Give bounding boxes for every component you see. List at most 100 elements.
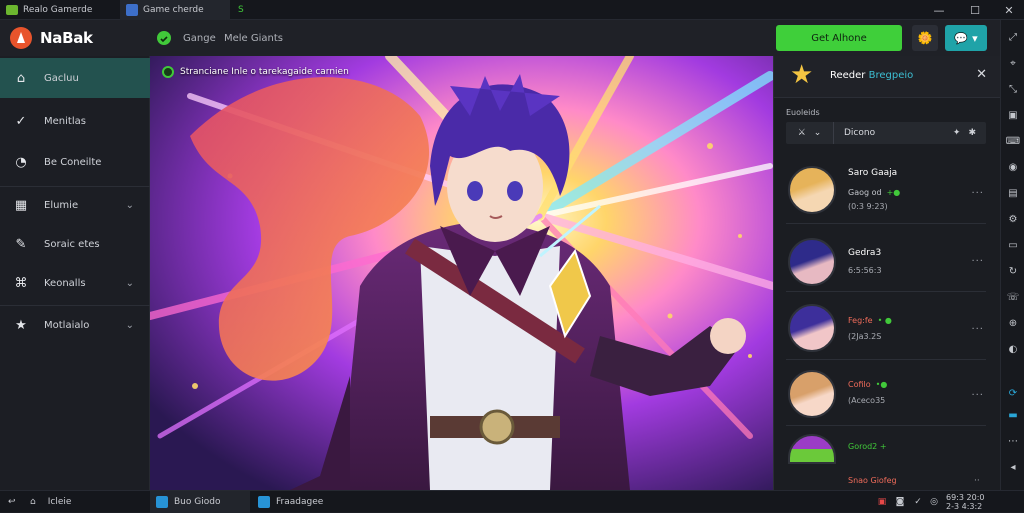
maximize-icon: ☐ [970, 3, 980, 17]
sidebar-item-home[interactable]: ⌂ Gacluu [0, 58, 150, 98]
back-button[interactable]: ↩ [2, 491, 22, 513]
minimize-icon: — [933, 3, 945, 17]
chat-icon: ✓ [15, 113, 27, 129]
close-panel-icon[interactable]: ✕ [976, 67, 987, 82]
expand-icon[interactable]: ⤢ [1006, 30, 1020, 44]
back-icon[interactable]: ◂ [1006, 460, 1020, 474]
anime-hero-illustration [150, 56, 773, 490]
filter-dropdown[interactable]: ⚔ ⌄ [786, 122, 834, 144]
layers-icon[interactable]: ▤ [1006, 186, 1020, 200]
more-options-icon[interactable]: ·· [974, 476, 980, 486]
panel-filter-bar: ⚔ ⌄ Dicono ✦ ✱ [786, 122, 986, 144]
user-status: Gaog od +● [848, 188, 900, 197]
featured-artwork[interactable]: Stranciane Inle o tarekagaide carnien [150, 56, 773, 490]
minimize-button[interactable]: — [924, 0, 954, 20]
gamepad-icon[interactable]: ⊕ [1006, 316, 1020, 330]
get-app-button[interactable]: Get Alhone [776, 25, 902, 51]
more-options-icon[interactable]: ··· [971, 256, 984, 267]
close-icon: ✕ [1004, 3, 1014, 17]
resize-icon[interactable]: ⤡ [1006, 82, 1020, 96]
sidebar-item-explore[interactable]: ◔ Be Coneilte [0, 142, 150, 182]
user-status-text: Gaog od [848, 188, 882, 197]
list-item[interactable]: Saro Gaaja Gaog od +● (0:3 9:23) ··· [786, 160, 986, 224]
sidebar-item-favorites[interactable]: ★ Motlaialo ⌄ [0, 305, 150, 345]
list-item[interactable]: Cofilo •● (Aceco35 ··· [786, 362, 986, 426]
network-icon[interactable]: ◎ [928, 496, 940, 508]
more-options-icon[interactable]: ··· [971, 324, 984, 335]
sidebar-item-library[interactable]: ▦ Elumie ⌄ [0, 185, 150, 225]
app-logo-icon [6, 5, 18, 15]
taskbar-item-1[interactable]: Buo Giodo [150, 491, 250, 513]
sidebar-item-characters[interactable]: ✎ Soraic etes [0, 224, 150, 264]
settings-icon[interactable]: ⚙ [1006, 212, 1020, 226]
user-status: Feg:fe • ● [848, 316, 892, 325]
list-item[interactable]: Gorod2 + [786, 430, 986, 470]
sidebar-item-messages[interactable]: ✓ Menitlas [0, 101, 150, 141]
tab-game[interactable]: Game cherde [120, 0, 230, 20]
sidebar-item-label: Soraic etes [44, 238, 100, 250]
nav-link-gange[interactable]: Gange [183, 33, 216, 44]
back-arrow-icon: ↩ [8, 497, 16, 507]
more-options-icon[interactable]: ··· [971, 188, 984, 199]
flower-button[interactable]: 🌼 [912, 25, 938, 51]
chevron-down-icon: ⌄ [125, 199, 134, 211]
live-status-icon [162, 66, 174, 78]
alert-icon[interactable]: ▣ [876, 496, 888, 508]
sidebar: ⌂ Gacluu ✓ Menitlas ◔ Be Coneilte ▦ Elum… [0, 56, 150, 490]
chevron-down-icon: ⌄ [125, 277, 134, 289]
new-tab-button[interactable]: S [232, 0, 256, 20]
filter-input[interactable]: Dicono [834, 128, 953, 138]
new-tab-icon: S [238, 5, 244, 15]
user-status-text: Feg:fe [848, 316, 873, 325]
list-item[interactable]: Gedra3 6:5:56:3 ··· [786, 228, 986, 292]
home-button[interactable]: ⌂ Icleie [24, 491, 77, 513]
chevron-down-icon: ⌄ [125, 319, 134, 331]
star-icon: ★ [15, 317, 27, 333]
clock: 69:3 20:0 2-3 4:3:2 [946, 493, 984, 511]
app-window-icon [258, 496, 270, 508]
app-title-tab[interactable]: Realo Gamerde [0, 0, 118, 20]
screenshot-icon[interactable]: ◙ [894, 496, 906, 508]
leaderboard-panel: ★ Reeder Bregpeio ✕ Euoleids ⚔ ⌄ Dicono … [773, 56, 1001, 490]
sync-icon[interactable]: ⟳ [1006, 386, 1020, 400]
app-title: Realo Gamerde [23, 5, 93, 15]
volume-icon[interactable]: ◐ [1006, 342, 1020, 356]
maximize-button[interactable]: ☐ [960, 0, 990, 20]
pin-icon[interactable]: ✦ [953, 128, 961, 138]
user-meta: 6:5:56:3 [848, 266, 882, 275]
camera-icon[interactable]: ▣ [1006, 108, 1020, 122]
check-icon[interactable]: ✓ [912, 496, 924, 508]
user-name: Gedra3 [848, 248, 882, 258]
chat-button[interactable]: 💬 ▾ [945, 25, 987, 51]
sidebar-item-label: Motlaialo [44, 319, 90, 331]
home-icon: ⌂ [16, 70, 26, 86]
avatar [788, 166, 836, 214]
list-item[interactable]: Feg:fe • ● (2Ja3.2S ··· [786, 296, 986, 360]
panel-footer-text: Snao Giofeg [848, 476, 897, 485]
tools-icon[interactable]: ✱ [968, 128, 976, 138]
folder-icon[interactable]: ▭ [1006, 238, 1020, 252]
sidebar-item-addons[interactable]: ⌘ Keonalls ⌄ [0, 263, 150, 303]
filter-actions: ✦ ✱ [953, 128, 986, 138]
flower-icon: 🌼 [917, 31, 933, 45]
rotate-icon[interactable]: ↻ [1006, 264, 1020, 278]
cursor-icon[interactable]: ⌖ [1006, 56, 1020, 70]
panel-title-prefix: Reeder [830, 70, 866, 81]
more-options-icon[interactable]: ··· [971, 390, 984, 401]
user-status-text: Cofilo [848, 380, 871, 389]
nav-link-mele-giants[interactable]: Mele Giants [224, 33, 283, 44]
sidebar-item-label: Menitlas [44, 115, 86, 127]
phone-icon[interactable]: ☏ [1006, 290, 1020, 304]
window-icon[interactable]: ▬ [1006, 408, 1020, 422]
artwork-caption: Stranciane Inle o tarekagaide carnien [162, 66, 349, 78]
taskbar-item-2[interactable]: Fraadagee [252, 491, 362, 513]
close-window-button[interactable]: ✕ [994, 0, 1024, 20]
avatar [788, 434, 836, 464]
online-tag: • ● [877, 316, 892, 325]
more-icon[interactable]: ⋯ [1006, 434, 1020, 448]
avatar [788, 370, 836, 418]
user-status: Cofilo •● [848, 380, 887, 389]
star-icon: ★ [790, 60, 814, 90]
record-icon[interactable]: ◉ [1006, 160, 1020, 174]
keyboard-icon[interactable]: ⌨ [1006, 134, 1020, 148]
